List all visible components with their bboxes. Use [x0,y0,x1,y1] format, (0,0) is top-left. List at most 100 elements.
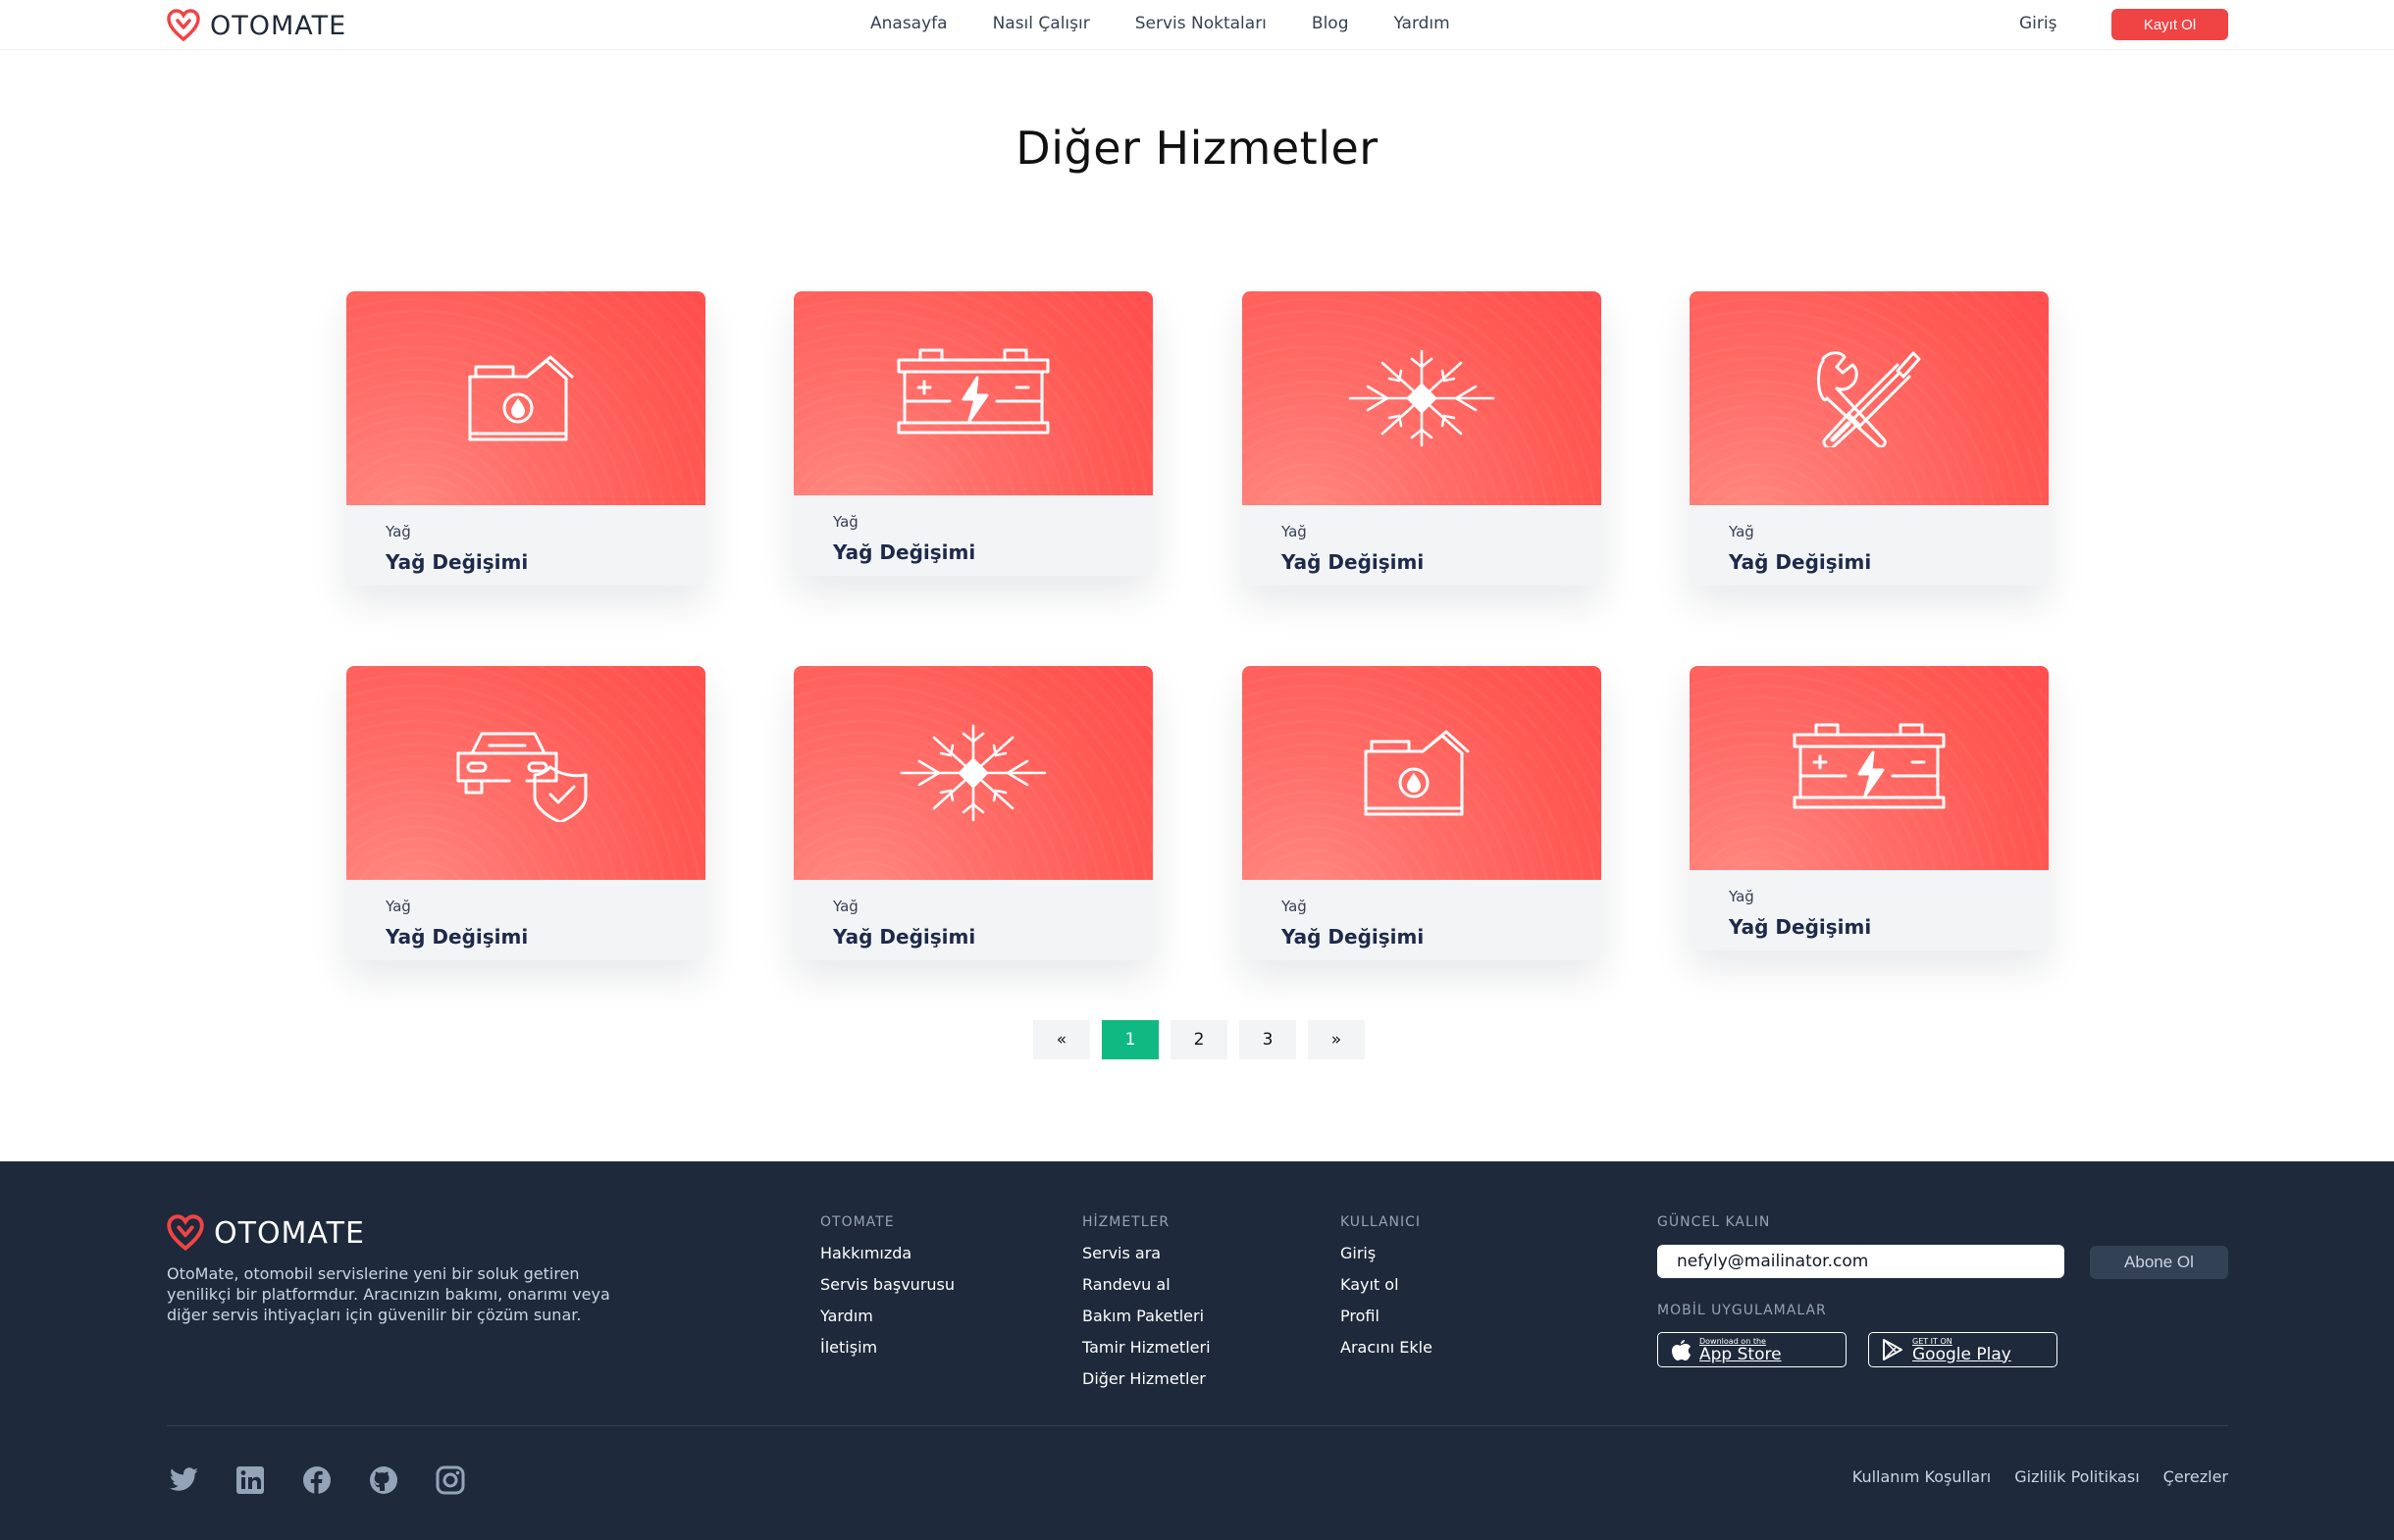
service-card-category: Yağ [1729,888,1754,905]
twitter-icon[interactable] [167,1463,200,1497]
cookies-link[interactable]: Çerezler [2163,1467,2228,1486]
footer-link-profil[interactable]: Profil [1340,1307,1432,1325]
service-card-body: Yağ Yağ Değişimi [1690,870,2049,950]
facebook-icon[interactable] [300,1463,334,1497]
social-links [167,1463,467,1497]
footer-link-servis-ara[interactable]: Servis ara [1082,1244,1211,1262]
service-card[interactable]: Yağ Yağ Değişimi [1690,291,2049,586]
service-card-title[interactable]: Yağ Değişimi [833,925,1153,949]
footer-link-diger-hizmetler[interactable]: Diğer Hizmetler [1082,1369,1211,1388]
brand-name: OTOMATE [210,10,347,41]
footer-brand-logo[interactable]: OTOMATE [167,1214,365,1252]
service-card-body: Yağ Yağ Değişimi [1242,880,1601,960]
footer-link-yardim[interactable]: Yardım [820,1307,955,1325]
service-card-category: Yağ [1281,523,1307,540]
google-play-button[interactable]: GET IT ON Google Play [1868,1332,2057,1367]
service-card-image [1242,666,1601,880]
mobile-apps-title: MOBİL UYGULAMALAR [1657,1303,1827,1318]
linkedin-icon[interactable] [234,1463,267,1497]
nav-link-blog[interactable]: Blog [1312,14,1349,33]
google-play-icon [1883,1339,1902,1360]
page-title: Diğer Hizmetler [1015,122,1379,175]
service-card[interactable]: Yağ Yağ Değişimi [1690,666,2049,950]
apple-icon [1672,1340,1691,1360]
service-card-image [1242,291,1601,505]
footer-divider [167,1425,2228,1426]
footer-link-servis-basvurusu[interactable]: Servis başvurusu [820,1275,955,1294]
service-card-title[interactable]: Yağ Değişimi [1729,550,2049,574]
service-card-title[interactable]: Yağ Değişimi [386,925,705,949]
service-card-title[interactable]: Yağ Değişimi [833,540,1153,564]
footer-link-iletisim[interactable]: İletişim [820,1338,955,1357]
nav-link-anasayfa[interactable]: Anasayfa [870,14,948,33]
service-card-category: Yağ [833,898,859,915]
logo-heart-icon [167,9,200,42]
site-footer: OTOMATE OtoMate, otomobil servislerine y… [0,1161,2394,1540]
service-card[interactable]: Yağ Yağ Değişimi [794,291,1153,576]
service-card-image [346,291,705,505]
service-card-title[interactable]: Yağ Değişimi [1729,915,2049,939]
main-nav: Anasayfa Nasıl Çalışır Servis Noktaları … [870,14,1450,33]
service-card-body: Yağ Yağ Değişimi [794,880,1153,960]
google-play-big-text: Google Play [1912,1344,2011,1364]
service-card-category: Yağ [1729,523,1754,540]
footer-link-hakkimizda[interactable]: Hakkımızda [820,1244,955,1262]
service-card[interactable]: Yağ Yağ Değişimi [1242,291,1601,586]
footer-link-giris[interactable]: Giriş [1340,1244,1432,1262]
car-battery-icon [895,348,1052,438]
service-card-category: Yağ [386,898,411,915]
service-card-image [794,291,1153,495]
pagination-page-1[interactable]: 1 [1102,1020,1159,1059]
github-icon[interactable] [367,1463,400,1497]
privacy-link[interactable]: Gizlilik Politikası [2014,1467,2139,1486]
service-card[interactable]: Yağ Yağ Değişimi [346,291,705,586]
footer-link-aracini-ekle[interactable]: Aracını Ekle [1340,1338,1432,1357]
footer-column-title: KULLANICI [1340,1214,1422,1230]
footer-column-otomate: OTOMATE Hakkımızda Servis başvurusu Yard… [820,1214,955,1369]
pagination-page-3[interactable]: 3 [1239,1020,1296,1059]
nav-link-nasil-calisir[interactable]: Nasıl Çalışır [993,14,1090,33]
login-link[interactable]: Giriş [2019,14,2056,33]
footer-brand-name: OTOMATE [214,1215,365,1251]
service-card[interactable]: Yağ Yağ Değişimi [794,666,1153,960]
terms-link[interactable]: Kullanım Koşulları [1852,1467,1991,1486]
service-card-body: Yağ Yağ Değişimi [346,505,705,586]
service-card[interactable]: Yağ Yağ Değişimi [1242,666,1601,960]
pagination-page-2[interactable]: 2 [1171,1020,1227,1059]
service-card-category: Yağ [1281,898,1307,915]
google-play-label: GET IT ON Google Play [1912,1337,2011,1363]
service-card-body: Yağ Yağ Değişimi [346,880,705,960]
footer-link-tamir-hizmetleri[interactable]: Tamir Hizmetleri [1082,1338,1211,1357]
nav-link-yardim[interactable]: Yardım [1393,14,1449,33]
service-card-title[interactable]: Yağ Değişimi [1281,925,1601,949]
signup-button[interactable]: Kayıt Ol [2111,9,2228,40]
service-card-title[interactable]: Yağ Değişimi [386,550,705,574]
service-card-image [1690,666,2049,870]
pagination-next-button[interactable]: » [1308,1020,1365,1059]
subscribe-button[interactable]: Abone Ol [2090,1246,2228,1279]
instagram-icon[interactable] [434,1463,467,1497]
footer-link-kayit-ol[interactable]: Kayıt ol [1340,1275,1432,1294]
oil-can-icon [460,349,592,447]
brand-logo[interactable]: OTOMATE [167,9,346,42]
service-card-body: Yağ Yağ Değişimi [1690,505,2049,586]
newsletter-title: GÜNCEL KALIN [1657,1214,1771,1230]
snowflake-icon [900,724,1047,822]
car-battery-icon [1791,723,1948,813]
service-card[interactable]: Yağ Yağ Değişimi [346,666,705,960]
service-card-title[interactable]: Yağ Değişimi [1281,550,1601,574]
top-navbar: OTOMATE Anasayfa Nasıl Çalışır Servis No… [0,0,2394,50]
snowflake-icon [1348,349,1495,447]
footer-link-randevu-al[interactable]: Randevu al [1082,1275,1211,1294]
pagination-prev-button[interactable]: « [1033,1020,1090,1059]
service-card-category: Yağ [833,513,859,531]
nav-link-servis-noktalari[interactable]: Servis Noktaları [1135,14,1267,33]
newsletter-email-input[interactable] [1657,1245,2064,1278]
car-shield-icon [452,724,599,822]
service-card-body: Yağ Yağ Değişimi [794,495,1153,576]
app-store-button[interactable]: Download on the App Store [1657,1332,1847,1367]
app-store-label: Download on the App Store [1699,1337,1782,1363]
footer-link-bakim-paketleri[interactable]: Bakım Paketleri [1082,1307,1211,1325]
footer-description: OtoMate, otomobil servislerine yeni bir … [167,1264,610,1324]
logo-heart-icon [167,1214,204,1252]
